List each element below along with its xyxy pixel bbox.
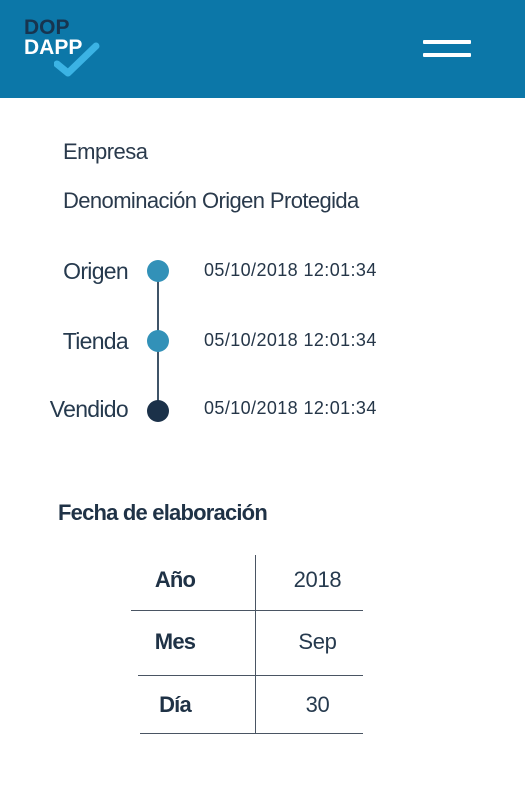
dopdapp-logo[interactable]: DOP DAPP bbox=[24, 14, 104, 80]
timeline-step-label: Tienda bbox=[62, 328, 129, 354]
hamburger-menu-icon[interactable] bbox=[418, 36, 476, 66]
timeline-dot-icon bbox=[147, 260, 169, 282]
row-key: Año bbox=[154, 567, 196, 592]
row-value: Sep bbox=[298, 629, 337, 654]
denomination-label: Denominación Origen Protegida bbox=[63, 188, 359, 213]
row-divider bbox=[131, 610, 363, 611]
timeline-dot-icon bbox=[147, 400, 169, 422]
timeline-step-vendido: Vendido 05/10/2018 12:01:34 bbox=[0, 396, 525, 426]
menu-bar bbox=[423, 40, 471, 44]
row-value: 2018 bbox=[293, 567, 342, 592]
timeline-step-tienda: Tienda 05/10/2018 12:01:34 bbox=[0, 328, 525, 358]
tracking-timeline: Origen 05/10/2018 12:01:34 Tienda 05/10/… bbox=[0, 250, 525, 430]
checkmark-icon bbox=[54, 42, 100, 77]
row-key: Mes bbox=[154, 629, 196, 654]
app-header: DOP DAPP bbox=[0, 0, 525, 98]
company-label: Empresa bbox=[63, 139, 148, 164]
timeline-step-date: 05/10/2018 12:01:34 bbox=[204, 330, 377, 350]
timeline-step-date: 05/10/2018 12:01:34 bbox=[204, 260, 377, 280]
production-date-title: Fecha de elaboración bbox=[58, 500, 268, 525]
timeline-dot-icon bbox=[147, 330, 169, 352]
timeline-step-origen: Origen 05/10/2018 12:01:34 bbox=[0, 258, 525, 288]
timeline-step-label: Vendido bbox=[49, 396, 129, 422]
timeline-step-date: 05/10/2018 12:01:34 bbox=[204, 398, 377, 418]
logo-text-top: DOP bbox=[24, 16, 70, 39]
row-divider bbox=[140, 733, 363, 734]
menu-bar bbox=[423, 53, 471, 57]
row-divider bbox=[138, 675, 363, 676]
timeline-step-label: Origen bbox=[63, 258, 129, 284]
row-value: 30 bbox=[305, 692, 330, 717]
row-key: Día bbox=[159, 692, 192, 717]
